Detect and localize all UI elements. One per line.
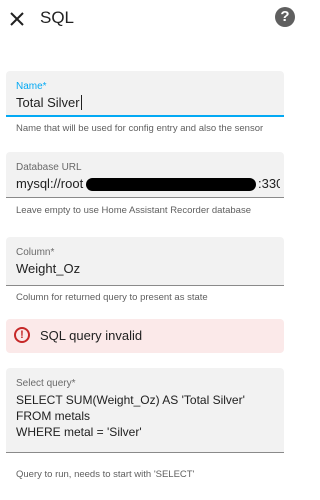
- name-field[interactable]: Name* Total Silver: [6, 71, 284, 117]
- query-line: WHERE metal = 'Silver': [16, 425, 142, 439]
- dialog-header: SQL ?: [0, 0, 300, 40]
- database-url-suffix: :330: [258, 176, 280, 191]
- name-field-label: Name*: [16, 81, 47, 92]
- column-field[interactable]: Column* Weight_Oz: [6, 237, 284, 286]
- name-field-value[interactable]: Total Silver: [16, 95, 274, 111]
- column-field-value[interactable]: Weight_Oz: [16, 261, 274, 277]
- text-caret: [80, 95, 82, 110]
- query-line: SELECT SUM(Weight_Oz) AS 'Total Silver': [16, 393, 245, 407]
- close-icon: [10, 12, 24, 26]
- dialog-title: SQL: [40, 8, 75, 27]
- column-field-helper: Column for returned query to present as …: [16, 292, 208, 303]
- database-url-field[interactable]: Database URL mysql://root :330: [6, 152, 284, 198]
- name-field-helper: Name that will be used for config entry …: [16, 123, 264, 134]
- error-alert-text: SQL query invalid: [40, 328, 143, 343]
- close-button[interactable]: [6, 8, 28, 30]
- select-query-value[interactable]: SELECT SUM(Weight_Oz) AS 'Total Silver' …: [16, 392, 274, 440]
- database-url-label: Database URL: [16, 162, 82, 173]
- error-icon: !: [14, 327, 30, 343]
- redaction-mark: [86, 178, 256, 191]
- help-icon[interactable]: ?: [275, 7, 295, 27]
- select-query-field[interactable]: Select query* SELECT SUM(Weight_Oz) AS '…: [6, 368, 284, 453]
- query-line: FROM metals: [16, 409, 91, 423]
- column-field-label: Column*: [16, 247, 55, 258]
- error-alert: ! SQL query invalid: [6, 319, 284, 353]
- database-url-helper: Leave empty to use Home Assistant Record…: [16, 205, 251, 216]
- select-query-label: Select query*: [16, 378, 76, 389]
- select-query-helper: Query to run, needs to start with 'SELEC…: [16, 469, 195, 480]
